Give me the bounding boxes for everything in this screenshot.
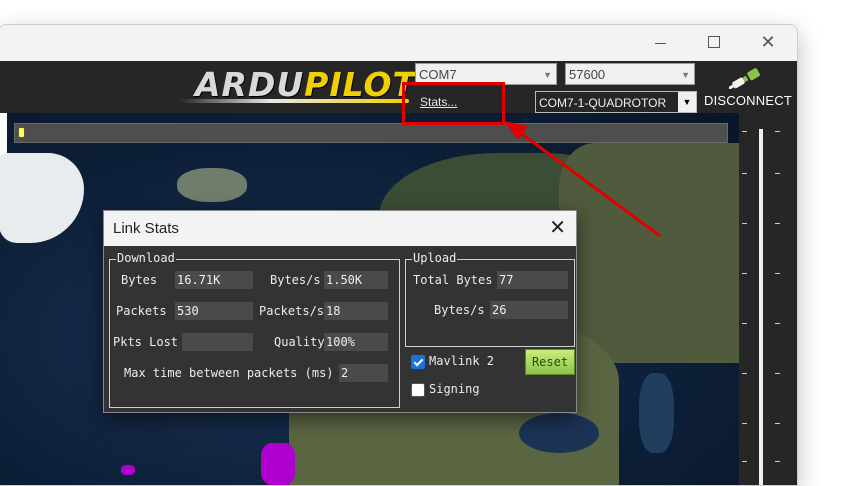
zoom-side-panel	[739, 113, 797, 485]
black-sea	[519, 413, 599, 453]
packets-label: Packets	[116, 304, 167, 318]
bytes-per-s-label: Bytes/s	[270, 273, 321, 287]
upload-group: Upload Total Bytes 77 Bytes/s 26	[405, 251, 575, 347]
packets-value: 530	[175, 302, 253, 320]
chevron-down-icon: ▼	[681, 70, 690, 80]
zoom-tick	[742, 173, 747, 174]
zoom-tick	[742, 131, 747, 132]
zoom-tick	[775, 461, 780, 462]
quality-label: Quality	[274, 335, 325, 349]
port-select[interactable]: COM7 ▼	[415, 63, 557, 85]
packets-per-s-label: Packets/s	[259, 304, 325, 318]
dialog-close-button[interactable]: ✕	[549, 215, 566, 240]
reset-button[interactable]: Reset	[525, 349, 575, 375]
quality-value: 100%	[324, 333, 388, 351]
pkts-lost-label: Pkts Lost	[113, 335, 179, 349]
upload-bytes-per-s-label: Bytes/s	[434, 303, 485, 317]
port-value: COM7	[419, 67, 457, 82]
zoom-tick	[742, 461, 747, 462]
zoom-tick	[775, 273, 780, 274]
minimize-icon	[654, 42, 666, 44]
ardupilot-logo: ARDUPILOT	[179, 65, 415, 105]
map-marker-small	[121, 465, 135, 475]
baud-select[interactable]: 57600 ▼	[565, 63, 695, 85]
zoom-tick	[775, 223, 780, 224]
baud-value: 57600	[569, 67, 606, 82]
bytes-label: Bytes	[121, 273, 158, 287]
zoom-tick	[742, 373, 747, 374]
zoom-tick	[742, 273, 747, 274]
title-bar: ✕	[0, 25, 797, 61]
chevron-down-icon: ▼	[678, 92, 696, 112]
download-group-label: Download	[116, 251, 176, 265]
zoom-tick	[775, 373, 780, 374]
packets-per-s-value: 18	[324, 302, 388, 320]
map-progress-bar[interactable]	[14, 123, 728, 143]
mavlink2-label: Mavlink 2	[429, 354, 495, 368]
bytes-per-s-value: 1.50K	[324, 271, 388, 289]
zoom-tick	[775, 131, 780, 132]
connection-toolbar: ARDUPILOT COM7 ▼ 57600 ▼ Stats... COM7-1…	[0, 61, 797, 113]
zoom-slider-rail[interactable]	[759, 129, 763, 485]
stats-link[interactable]: Stats...	[420, 95, 457, 109]
pkts-lost-value	[182, 333, 253, 351]
dialog-title: Link Stats	[113, 220, 179, 237]
maximize-button[interactable]	[691, 25, 737, 59]
map-marker-cluster	[261, 443, 295, 485]
dialog-title-bar: Link Stats ✕	[104, 211, 576, 246]
total-bytes-label: Total Bytes	[413, 273, 493, 287]
zoom-tick	[775, 423, 780, 424]
max-time-value: 2	[339, 364, 388, 382]
signing-checkbox[interactable]	[411, 383, 425, 397]
disconnect-label: DISCONNECT	[704, 93, 792, 108]
close-icon: ✕	[760, 31, 776, 53]
maximize-icon	[708, 36, 720, 48]
link-stats-dialog: Link Stats ✕ Download Bytes 16.71K Bytes…	[103, 210, 577, 413]
zoom-tick	[775, 323, 780, 324]
plug-icon	[729, 68, 760, 89]
mavlink2-checkbox[interactable]	[411, 355, 425, 369]
russia-land	[559, 143, 739, 363]
greenland-land	[0, 153, 84, 243]
zoom-tick	[742, 323, 747, 324]
zoom-tick	[742, 423, 747, 424]
zoom-tick	[742, 223, 747, 224]
download-group: Download Bytes 16.71K Bytes/s 1.50K Pack…	[109, 251, 400, 408]
iceland-land	[177, 168, 247, 202]
caspian-sea	[639, 373, 674, 453]
zoom-tick	[775, 173, 780, 174]
window-close-button[interactable]: ✕	[745, 25, 791, 59]
upload-bytes-per-s-value: 26	[490, 301, 568, 319]
progress-handle[interactable]	[18, 127, 25, 138]
bytes-value: 16.71K	[175, 271, 253, 289]
signing-label: Signing	[429, 382, 480, 396]
chevron-down-icon: ▼	[543, 70, 552, 80]
vehicle-value: COM7-1-QUADROTOR	[539, 96, 667, 110]
vehicle-select[interactable]: COM7-1-QUADROTOR ▼	[535, 91, 697, 113]
upload-group-label: Upload	[412, 251, 458, 265]
max-time-label: Max time between packets (ms)	[124, 366, 334, 380]
disconnect-button[interactable]: DISCONNECT	[699, 63, 797, 113]
total-bytes-value: 77	[497, 271, 568, 289]
logo-text: ARDUPILOT	[195, 65, 417, 104]
minimize-button[interactable]	[637, 25, 683, 59]
